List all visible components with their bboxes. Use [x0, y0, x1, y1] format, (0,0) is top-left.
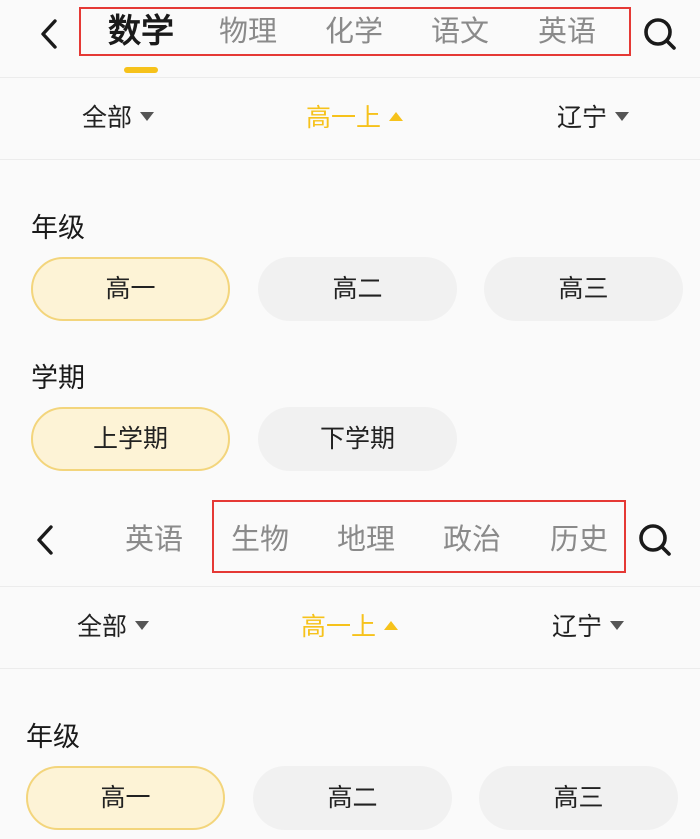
caret-up-icon [389, 111, 404, 121]
grade-term-filter-label: 高一上 [306, 103, 382, 132]
caret-down-icon [135, 620, 150, 630]
filter-bar: 全部 高一上 辽宁 [0, 587, 700, 669]
search-button[interactable] [635, 520, 675, 560]
back-button[interactable] [26, 520, 66, 560]
grade-section-title: 年级 [26, 722, 80, 753]
grade-option-1[interactable]: 高一 [26, 766, 225, 830]
grade-term-filter-label: 高一上 [301, 612, 377, 641]
region-filter-label: 辽宁 [552, 612, 603, 641]
caret-down-icon [140, 111, 155, 121]
region-filter[interactable]: 辽宁 [552, 609, 625, 645]
scope-filter[interactable]: 全部 [77, 609, 150, 645]
back-button[interactable] [30, 14, 70, 54]
grade-option-2[interactable]: 高二 [258, 257, 457, 321]
tab-math[interactable]: 数学 [103, 8, 179, 54]
grade-option-3[interactable]: 高三 [479, 766, 678, 830]
chevron-left-icon [37, 525, 53, 555]
subject-screen-2: 英语 生物 地理 政治 历史 全部 高一上 辽宁 年级 高一 高二 高三 [0, 490, 700, 839]
tab-geography[interactable]: 地理 [328, 516, 404, 562]
active-tab-indicator [124, 67, 158, 73]
grade-term-filter[interactable]: 高一上 [306, 100, 404, 136]
grade-option-2[interactable]: 高二 [253, 766, 452, 830]
region-filter[interactable]: 辽宁 [557, 100, 630, 136]
tab-chemistry[interactable]: 化学 [316, 8, 392, 54]
term-option-first[interactable]: 上学期 [31, 407, 230, 471]
subject-tab-bar: 数学 物理 化学 语文 英语 [0, 0, 700, 78]
filter-bar: 全部 高一上 辽宁 [0, 78, 700, 160]
scope-filter-label: 全部 [82, 103, 133, 132]
search-icon [639, 524, 671, 556]
tab-biology[interactable]: 生物 [222, 516, 298, 562]
tab-chinese[interactable]: 语文 [422, 8, 498, 54]
term-option-second[interactable]: 下学期 [258, 407, 457, 471]
caret-up-icon [384, 620, 399, 630]
term-section-title: 学期 [31, 363, 85, 394]
caret-down-icon [615, 111, 630, 121]
scope-filter[interactable]: 全部 [82, 100, 155, 136]
tab-politics[interactable]: 政治 [434, 516, 510, 562]
chevron-left-icon [41, 19, 57, 49]
subject-tab-bar: 英语 生物 地理 政治 历史 [0, 490, 700, 587]
grade-option-1[interactable]: 高一 [31, 257, 230, 321]
tab-english[interactable]: 英语 [116, 516, 192, 562]
tab-physics[interactable]: 物理 [210, 8, 286, 54]
search-button[interactable] [640, 14, 680, 54]
tab-history[interactable]: 历史 [541, 516, 617, 562]
grade-section-title: 年级 [31, 213, 85, 244]
scope-filter-label: 全部 [77, 612, 128, 641]
subject-screen-1: 数学 物理 化学 语文 英语 全部 高一上 辽宁 年级 高一 高二 高三 学期 … [0, 0, 700, 490]
search-icon [644, 18, 676, 50]
tab-english[interactable]: 英语 [529, 8, 605, 54]
grade-term-filter[interactable]: 高一上 [301, 609, 399, 645]
region-filter-label: 辽宁 [557, 103, 608, 132]
grade-option-3[interactable]: 高三 [484, 257, 683, 321]
caret-down-icon [610, 620, 625, 630]
